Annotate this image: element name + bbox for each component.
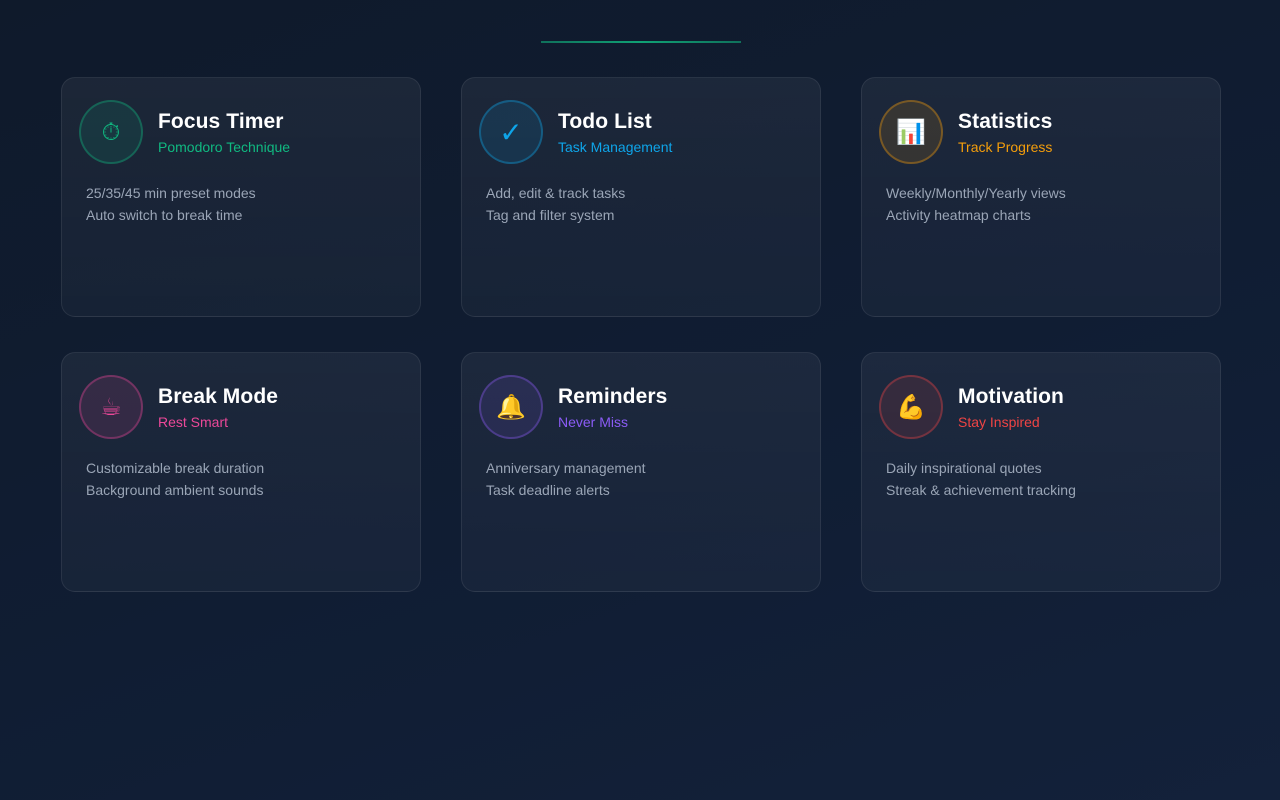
card-subtitle: Track Progress	[958, 139, 1053, 155]
card-feature-line: Tag and filter system	[486, 207, 615, 223]
feature-card-reminders[interactable]: 🔔 Reminders Never Miss Anniversary manag…	[461, 352, 821, 592]
feature-card-break-mode[interactable]: ☕ Break Mode Rest Smart Customizable bre…	[61, 352, 421, 592]
flexed-biceps-icon: 💪	[879, 375, 943, 439]
card-subtitle: Stay Inspired	[958, 414, 1040, 430]
stopwatch-icon: ⏱	[79, 100, 143, 164]
card-feature-line: Add, edit & track tasks	[486, 185, 626, 201]
card-title: Reminders	[558, 385, 668, 408]
card-description: Customizable break duration Background a…	[86, 457, 264, 501]
card-feature-line: Activity heatmap charts	[886, 207, 1031, 223]
card-description: 25/35/45 min preset modes Auto switch to…	[86, 182, 256, 226]
header-divider	[541, 41, 741, 43]
card-feature-line: Auto switch to break time	[86, 207, 243, 223]
feature-grid: ⏱ Focus Timer Pomodoro Technique 25/35/4…	[61, 77, 1221, 592]
card-subtitle: Pomodoro Technique	[158, 139, 291, 155]
feature-card-focus-timer[interactable]: ⏱ Focus Timer Pomodoro Technique 25/35/4…	[61, 77, 421, 317]
card-title: Statistics	[958, 110, 1053, 133]
card-feature-line: Daily inspirational quotes	[886, 460, 1042, 476]
card-title: Break Mode	[158, 385, 279, 408]
feature-card-motivation[interactable]: 💪 Motivation Stay Inspired Daily inspira…	[861, 352, 1221, 592]
card-title: Focus Timer	[158, 110, 284, 133]
checkmark-icon: ✓	[479, 100, 543, 164]
feature-card-statistics[interactable]: 📊 Statistics Track Progress Weekly/Month…	[861, 77, 1221, 317]
card-subtitle: Rest Smart	[158, 414, 229, 430]
bell-icon: 🔔	[479, 375, 543, 439]
card-description: Weekly/Monthly/Yearly views Activity hea…	[886, 182, 1066, 226]
card-feature-line: Anniversary management	[486, 460, 646, 476]
card-description: Anniversary management Task deadline ale…	[486, 457, 646, 501]
card-feature-line: Weekly/Monthly/Yearly views	[886, 185, 1066, 201]
card-description: Daily inspirational quotes Streak & achi…	[886, 457, 1076, 501]
card-feature-line: Task deadline alerts	[486, 482, 610, 498]
card-feature-line: Background ambient sounds	[86, 482, 264, 498]
card-description: Add, edit & track tasks Tag and filter s…	[486, 182, 625, 226]
card-title: Todo List	[558, 110, 652, 133]
feature-card-todo-list[interactable]: ✓ Todo List Task Management Add, edit & …	[461, 77, 821, 317]
card-subtitle: Task Management	[558, 139, 673, 155]
card-title: Motivation	[958, 385, 1064, 408]
card-feature-line: Customizable break duration	[86, 460, 265, 476]
card-subtitle: Never Miss	[558, 414, 629, 430]
card-feature-line: 25/35/45 min preset modes	[86, 185, 256, 201]
coffee-icon: ☕	[79, 375, 143, 439]
bar-chart-icon: 📊	[879, 100, 943, 164]
card-feature-line: Streak & achievement tracking	[886, 482, 1076, 498]
